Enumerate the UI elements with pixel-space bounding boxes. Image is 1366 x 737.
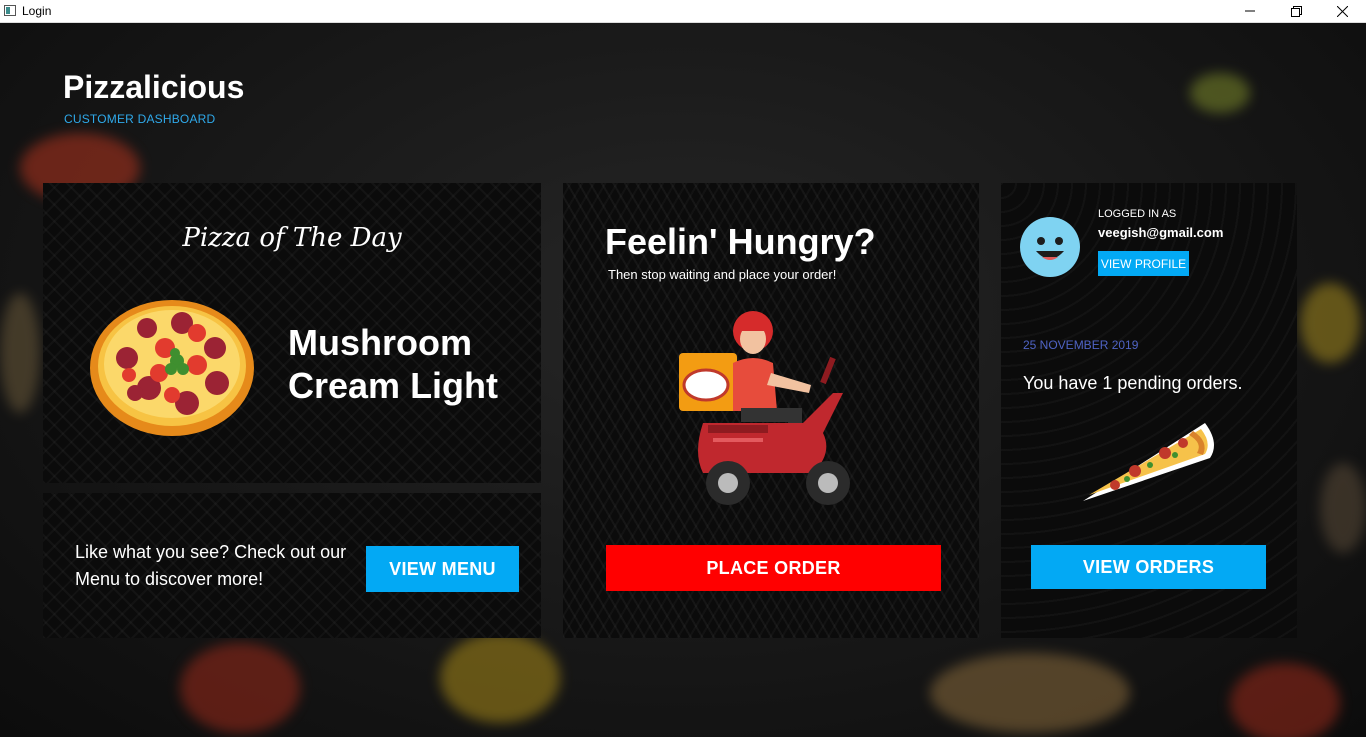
bg-decor bbox=[180, 643, 300, 733]
view-orders-button[interactable]: VIEW ORDERS bbox=[1031, 545, 1266, 589]
menu-promo-card: Like what you see? Check out our Menu to… bbox=[43, 493, 541, 638]
brand-title: Pizzalicious bbox=[63, 69, 245, 105]
window-titlebar: Login bbox=[0, 0, 1366, 23]
bg-decor bbox=[930, 653, 1130, 733]
place-order-card: Feelin' Hungry? Then stop waiting and pl… bbox=[563, 183, 979, 638]
bg-decor bbox=[440, 633, 560, 723]
user-email: veegish@gmail.com bbox=[1098, 225, 1224, 240]
current-date: 25 NOVEMBER 2019 bbox=[1023, 338, 1139, 352]
smiley-avatar-icon bbox=[1020, 217, 1080, 277]
maximize-button[interactable] bbox=[1273, 0, 1319, 22]
bg-decor bbox=[1320, 463, 1366, 553]
pizza-icon bbox=[90, 300, 254, 436]
page-subtitle: CUSTOMER DASHBOARD bbox=[64, 112, 216, 126]
view-menu-button[interactable]: VIEW MENU bbox=[366, 546, 519, 592]
maximize-icon bbox=[1290, 5, 1302, 17]
minimize-icon bbox=[1245, 10, 1255, 12]
close-button[interactable] bbox=[1319, 0, 1365, 22]
place-order-button[interactable]: PLACE ORDER bbox=[606, 545, 941, 591]
delivery-scooter-icon bbox=[679, 311, 850, 505]
pizza-of-day-title: Pizza of The Day bbox=[182, 223, 402, 253]
pizza-of-day-card: Pizza of The Day Mushroom Cream Light bbox=[43, 183, 541, 483]
window-title: Login bbox=[22, 4, 52, 18]
order-card-subtitle: Then stop waiting and place your order! bbox=[608, 267, 837, 282]
order-card-title: Feelin' Hungry? bbox=[605, 221, 876, 262]
bg-decor bbox=[1230, 663, 1340, 737]
bg-decor bbox=[1190, 73, 1250, 113]
pending-orders-text: You have 1 pending orders. bbox=[1023, 373, 1243, 393]
logged-in-label: LOGGED IN AS bbox=[1098, 208, 1177, 220]
view-profile-button[interactable]: VIEW PROFILE bbox=[1098, 251, 1189, 276]
menu-promo-text: Like what you see? Check out our Menu to… bbox=[75, 542, 347, 589]
account-card: LOGGED IN AS veegish@gmail.com VIEW PROF… bbox=[1001, 183, 1297, 638]
pizza-of-day-name: Mushroom Cream Light bbox=[288, 322, 499, 406]
minimize-button[interactable] bbox=[1227, 0, 1273, 22]
app-window-icon bbox=[4, 5, 16, 16]
close-icon bbox=[1336, 5, 1348, 17]
bg-decor bbox=[1300, 283, 1360, 363]
pizza-slice-icon bbox=[1083, 423, 1214, 501]
bg-decor bbox=[0, 293, 40, 413]
